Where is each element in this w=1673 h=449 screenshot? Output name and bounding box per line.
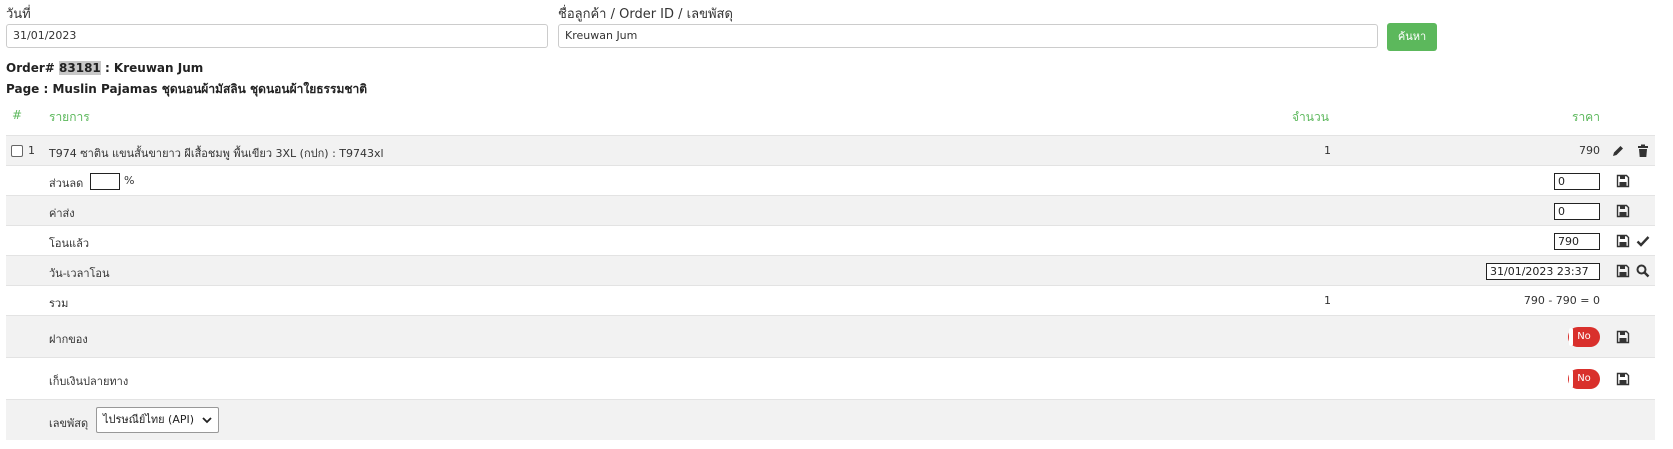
item-qty: 1 xyxy=(1324,144,1331,157)
date-input[interactable]: 31/01/2023 xyxy=(6,24,548,48)
save-icon[interactable] xyxy=(1616,264,1630,278)
discount-input[interactable]: 0 xyxy=(1554,173,1600,190)
table-row-transfer-time: วัน-เวลาโอน 31/01/2023 23:37 xyxy=(6,255,1655,286)
cod-toggle-label: No xyxy=(1577,373,1591,384)
trash-icon[interactable] xyxy=(1636,144,1650,158)
deposit-toggle[interactable]: No xyxy=(1568,327,1600,347)
check-icon[interactable] xyxy=(1636,234,1650,248)
transfer-time-label: วัน-เวลาโอน xyxy=(49,267,110,280)
discount-percent-input[interactable] xyxy=(90,173,120,190)
order-id: 83181 xyxy=(59,61,101,75)
search-icon[interactable] xyxy=(1636,264,1650,278)
carrier-select[interactable]: ไปรษณีย์ไทย (API) xyxy=(96,407,219,433)
col-header-qty: จำนวน xyxy=(1292,110,1329,124)
cod-label: เก็บเงินปลายทาง xyxy=(49,375,129,388)
order-prefix: Order# xyxy=(6,61,55,75)
table-row-deposit: ฝากของ No xyxy=(6,315,1655,358)
col-header-price: ราคา xyxy=(1572,110,1600,124)
pencil-icon[interactable] xyxy=(1611,144,1625,158)
save-icon[interactable] xyxy=(1616,372,1630,386)
table-row-cod: เก็บเงินปลายทาง No xyxy=(6,357,1655,400)
search-button[interactable]: ค้นหา xyxy=(1387,23,1437,51)
deposit-label: ฝากของ xyxy=(49,333,88,346)
date-label: วันที่ xyxy=(6,7,31,22)
save-icon[interactable] xyxy=(1616,204,1630,218)
paid-input[interactable]: 790 xyxy=(1554,233,1600,250)
table-row-shipping: ค่าส่ง 0 xyxy=(6,195,1655,226)
item-index: 1 xyxy=(28,144,35,157)
carrier-selected: ไปรษณีย์ไทย (API) xyxy=(103,413,195,426)
order-heading: Order# 83181 : Kreuwan Jum xyxy=(6,61,203,75)
item-price: 790 xyxy=(1579,144,1600,157)
deposit-toggle-label: No xyxy=(1577,331,1591,342)
col-header-num: # xyxy=(12,108,23,122)
total-value: 790 - 790 = 0 xyxy=(1523,294,1600,307)
customer-search-input[interactable]: Kreuwan Jum xyxy=(558,24,1378,48)
total-label: รวม xyxy=(49,297,69,310)
save-icon[interactable] xyxy=(1616,234,1630,248)
discount-unit: % xyxy=(124,174,135,187)
table-row-tracking: เลขพัสดุ ไปรษณีย์ไทย (API) xyxy=(6,399,1655,440)
shipping-input[interactable]: 0 xyxy=(1554,203,1600,220)
table-row-discount: ส่วนลด % 0 xyxy=(6,165,1655,196)
item-name: T974 ซาติน แขนสั้นขายาว ผีเสื้อชมพู พื้น… xyxy=(49,147,384,160)
table-row-total: รวม 1 790 - 790 = 0 xyxy=(6,285,1655,316)
shipping-label: ค่าส่ง xyxy=(49,207,75,220)
save-icon[interactable] xyxy=(1616,174,1630,188)
total-qty: 1 xyxy=(1324,294,1331,307)
chevron-down-icon xyxy=(202,417,212,424)
cod-toggle[interactable]: No xyxy=(1568,369,1600,389)
save-icon[interactable] xyxy=(1616,330,1630,344)
paid-label: โอนแล้ว xyxy=(49,237,90,250)
order-customer: : Kreuwan Jum xyxy=(104,61,204,75)
col-header-item: รายการ xyxy=(49,110,90,124)
customer-label: ชื่อลูกค้า / Order ID / เลขพัสดุ xyxy=(558,7,733,22)
transfer-time-input[interactable]: 31/01/2023 23:37 xyxy=(1486,263,1600,280)
tracking-label: เลขพัสดุ xyxy=(49,417,89,430)
order-page: Page : Muslin Pajamas ชุดนอนผ้ามัสลิน ชุ… xyxy=(6,82,368,96)
table-row-paid: โอนแล้ว 790 xyxy=(6,225,1655,256)
item-checkbox[interactable] xyxy=(11,145,23,157)
discount-label: ส่วนลด xyxy=(49,177,84,190)
table-row-item: 1 T974 ซาติน แขนสั้นขายาว ผีเสื้อชมพู พื… xyxy=(6,135,1655,166)
